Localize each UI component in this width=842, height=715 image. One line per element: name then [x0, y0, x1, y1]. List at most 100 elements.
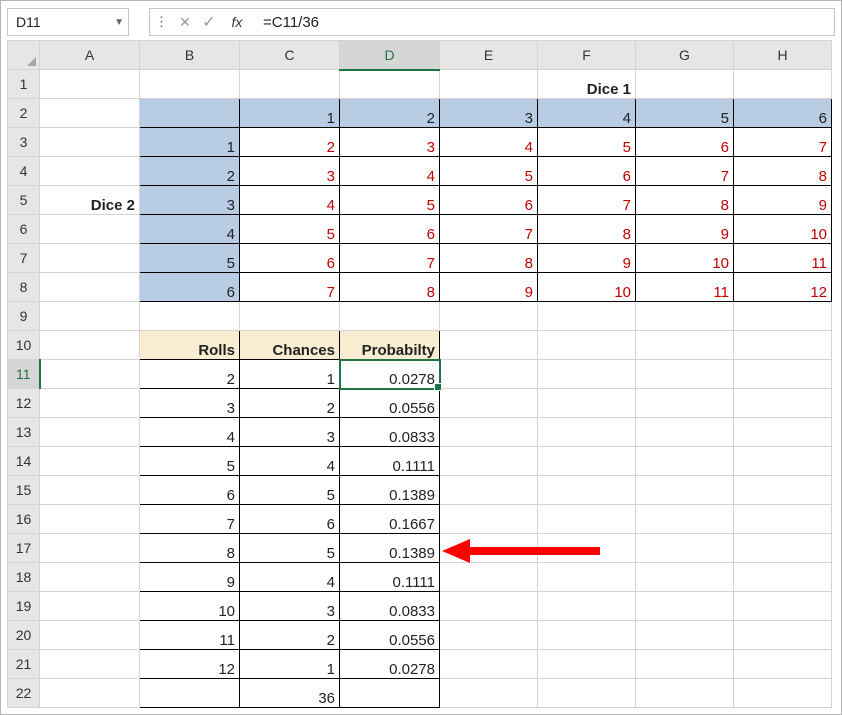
cell[interactable]: 8 — [340, 273, 440, 302]
cell-selected[interactable]: 0.0278 — [340, 360, 440, 389]
cell[interactable] — [734, 476, 832, 505]
cell[interactable] — [538, 534, 636, 563]
cell[interactable]: Rolls — [140, 331, 240, 360]
cell[interactable]: 1 — [140, 128, 240, 157]
cell[interactable]: 6 — [140, 273, 240, 302]
formula-input[interactable]: =C11/36 — [253, 8, 835, 36]
cell[interactable]: 4 — [240, 563, 340, 592]
row-header[interactable]: 21 — [8, 650, 40, 679]
cell[interactable] — [40, 476, 140, 505]
cell[interactable]: 5 — [538, 128, 636, 157]
cell[interactable] — [40, 563, 140, 592]
cell[interactable]: 7 — [440, 215, 538, 244]
cell[interactable]: 6 — [140, 476, 240, 505]
cell[interactable] — [40, 244, 140, 273]
cell[interactable] — [40, 99, 140, 128]
cell[interactable]: 5 — [636, 99, 734, 128]
cell[interactable]: 7 — [636, 157, 734, 186]
cell[interactable]: 5 — [140, 244, 240, 273]
cell[interactable] — [440, 418, 538, 447]
cell[interactable]: 11 — [636, 273, 734, 302]
row-header[interactable]: 9 — [8, 302, 40, 331]
cell[interactable] — [538, 302, 636, 331]
row-header[interactable]: 11 — [8, 360, 40, 389]
row-header[interactable]: 20 — [8, 621, 40, 650]
cell[interactable]: 0.0833 — [340, 592, 440, 621]
cell[interactable] — [538, 621, 636, 650]
cell[interactable] — [340, 302, 440, 331]
cell[interactable]: 9 — [734, 186, 832, 215]
cell[interactable]: 2 — [240, 621, 340, 650]
cell[interactable] — [636, 302, 734, 331]
cancel-icon[interactable]: ✕ — [173, 8, 197, 36]
cell[interactable] — [636, 447, 734, 476]
row-header[interactable]: 7 — [8, 244, 40, 273]
cell[interactable]: 9 — [636, 215, 734, 244]
cell[interactable]: 6 — [538, 157, 636, 186]
cell[interactable]: 11 — [734, 244, 832, 273]
cell[interactable]: 10 — [734, 215, 832, 244]
cell[interactable] — [40, 534, 140, 563]
cell[interactable] — [440, 70, 538, 99]
cell[interactable]: 7 — [140, 505, 240, 534]
cell[interactable]: 5 — [340, 186, 440, 215]
cell[interactable] — [40, 360, 140, 389]
cell[interactable] — [734, 331, 832, 360]
cell[interactable]: 2 — [140, 360, 240, 389]
cell[interactable]: 10 — [140, 592, 240, 621]
col-header[interactable]: C — [240, 41, 340, 70]
cell[interactable] — [440, 360, 538, 389]
cell[interactable]: 2 — [340, 99, 440, 128]
cell[interactable] — [40, 302, 140, 331]
cell[interactable] — [240, 70, 340, 99]
cell[interactable]: 5 — [240, 215, 340, 244]
col-header[interactable]: B — [140, 41, 240, 70]
cell[interactable] — [340, 679, 440, 708]
cell[interactable]: 9 — [440, 273, 538, 302]
cell[interactable] — [636, 360, 734, 389]
cell[interactable] — [440, 592, 538, 621]
cell[interactable]: 3 — [240, 157, 340, 186]
cell[interactable]: 4 — [440, 128, 538, 157]
row-header[interactable]: 6 — [8, 215, 40, 244]
cell[interactable] — [538, 476, 636, 505]
cell[interactable]: 0.1111 — [340, 563, 440, 592]
row-header[interactable]: 19 — [8, 592, 40, 621]
cell[interactable]: 9 — [140, 563, 240, 592]
cell[interactable] — [40, 273, 140, 302]
cell[interactable] — [240, 302, 340, 331]
cell[interactable]: 4 — [538, 99, 636, 128]
cell[interactable] — [538, 331, 636, 360]
cell[interactable]: 36 — [240, 679, 340, 708]
cell[interactable] — [636, 650, 734, 679]
cell[interactable] — [140, 679, 240, 708]
cell[interactable]: 6 — [240, 244, 340, 273]
cell[interactable] — [40, 621, 140, 650]
cell[interactable] — [440, 563, 538, 592]
cell[interactable] — [538, 505, 636, 534]
cell[interactable]: 4 — [240, 447, 340, 476]
row-header[interactable]: 18 — [8, 563, 40, 592]
cell[interactable]: 0.0556 — [340, 621, 440, 650]
cell[interactable]: 8 — [636, 186, 734, 215]
cell[interactable]: 5 — [240, 476, 340, 505]
spreadsheet-grid[interactable]: A B C D E F G H 1 Dice 1 — [7, 40, 832, 708]
cell[interactable] — [734, 418, 832, 447]
cell[interactable] — [538, 389, 636, 418]
row-header[interactable]: 13 — [8, 418, 40, 447]
col-header[interactable]: G — [636, 41, 734, 70]
cell[interactable]: 0.0278 — [340, 650, 440, 679]
cell[interactable]: 12 — [734, 273, 832, 302]
cell[interactable] — [734, 563, 832, 592]
cell[interactable] — [538, 418, 636, 447]
enter-icon[interactable]: ✓ — [197, 8, 221, 36]
cell[interactable] — [734, 621, 832, 650]
cell[interactable] — [734, 650, 832, 679]
cell[interactable] — [40, 418, 140, 447]
cell[interactable]: 0.1389 — [340, 476, 440, 505]
cell[interactable] — [40, 331, 140, 360]
row-header[interactable]: 2 — [8, 99, 40, 128]
cell[interactable]: 0.0556 — [340, 389, 440, 418]
cell[interactable]: 0.0833 — [340, 418, 440, 447]
cell[interactable]: 3 — [440, 99, 538, 128]
